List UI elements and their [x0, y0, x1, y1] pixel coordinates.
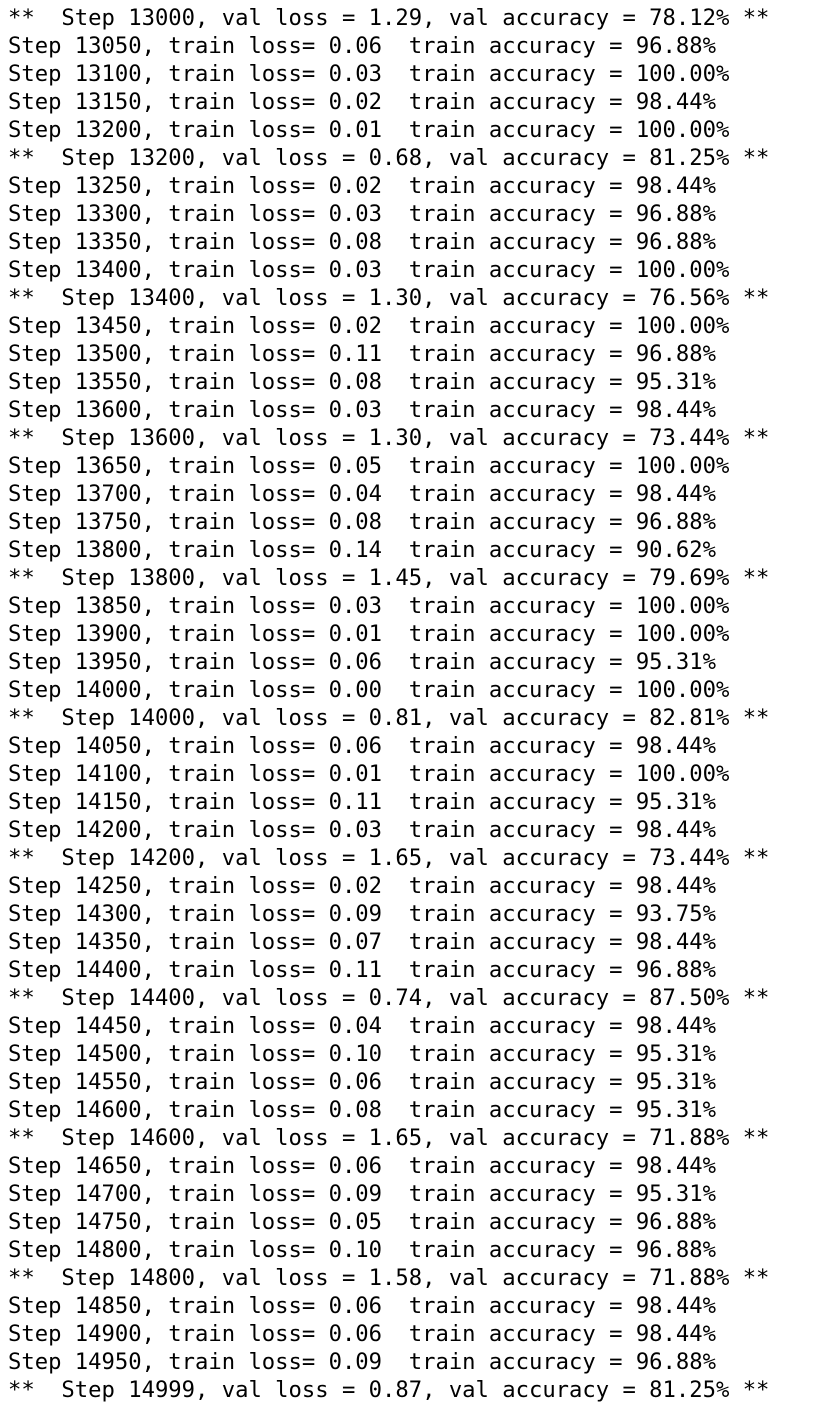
train-log-line: Step 14200, train loss= 0.03 train accur…: [8, 817, 716, 843]
val-log-line: ** Step 13400, val loss = 1.30, val accu…: [8, 285, 770, 311]
train-log-line: Step 14800, train loss= 0.10 train accur…: [8, 1237, 716, 1263]
train-log-line: Step 13750, train loss= 0.08 train accur…: [8, 509, 716, 535]
train-log-line: Step 13250, train loss= 0.02 train accur…: [8, 173, 716, 199]
train-log-line: Step 13950, train loss= 0.06 train accur…: [8, 649, 716, 675]
val-log-line: ** Step 14000, val loss = 0.81, val accu…: [8, 705, 770, 731]
train-log-line: Step 14000, train loss= 0.00 train accur…: [8, 677, 730, 703]
val-log-line: ** Step 14999, val loss = 0.87, val accu…: [8, 1377, 770, 1403]
train-log-line: Step 13300, train loss= 0.03 train accur…: [8, 201, 716, 227]
train-log-line: Step 14950, train loss= 0.09 train accur…: [8, 1349, 716, 1375]
train-log-line: Step 14850, train loss= 0.06 train accur…: [8, 1293, 716, 1319]
train-log-line: Step 14600, train loss= 0.08 train accur…: [8, 1097, 716, 1123]
train-log-line: Step 13550, train loss= 0.08 train accur…: [8, 369, 716, 395]
train-log-line: Step 14300, train loss= 0.09 train accur…: [8, 901, 716, 927]
train-log-line: Step 14400, train loss= 0.11 train accur…: [8, 957, 716, 983]
train-log-line: Step 14900, train loss= 0.06 train accur…: [8, 1321, 716, 1347]
train-log-line: Step 13600, train loss= 0.03 train accur…: [8, 397, 716, 423]
val-log-line: ** Step 14200, val loss = 1.65, val accu…: [8, 845, 770, 871]
val-log-line: ** Step 13600, val loss = 1.30, val accu…: [8, 425, 770, 451]
train-log-line: Step 13500, train loss= 0.11 train accur…: [8, 341, 716, 367]
train-log-line: Step 13050, train loss= 0.06 train accur…: [8, 33, 716, 59]
train-log-line: Step 14050, train loss= 0.06 train accur…: [8, 733, 716, 759]
train-log-line: Step 14750, train loss= 0.05 train accur…: [8, 1209, 716, 1235]
train-log-line: Step 13650, train loss= 0.05 train accur…: [8, 453, 730, 479]
train-log-line: Step 14150, train loss= 0.11 train accur…: [8, 789, 716, 815]
val-log-line: ** Step 13800, val loss = 1.45, val accu…: [8, 565, 770, 591]
train-log-line: Step 14700, train loss= 0.09 train accur…: [8, 1181, 716, 1207]
val-log-line: ** Step 14400, val loss = 0.74, val accu…: [8, 985, 770, 1011]
val-log-line: ** Step 13000, val loss = 1.29, val accu…: [8, 5, 770, 31]
train-log-line: Step 14550, train loss= 0.06 train accur…: [8, 1069, 716, 1095]
train-log-line: Step 14100, train loss= 0.01 train accur…: [8, 761, 730, 787]
train-log-line: Step 14500, train loss= 0.10 train accur…: [8, 1041, 716, 1067]
train-log-line: Step 13800, train loss= 0.14 train accur…: [8, 537, 716, 563]
train-log-line: Step 13100, train loss= 0.03 train accur…: [8, 61, 730, 87]
train-log-line: Step 13900, train loss= 0.01 train accur…: [8, 621, 730, 647]
train-log-line: Step 14450, train loss= 0.04 train accur…: [8, 1013, 716, 1039]
train-log-line: Step 13150, train loss= 0.02 train accur…: [8, 89, 716, 115]
val-log-line: ** Step 14600, val loss = 1.65, val accu…: [8, 1125, 770, 1151]
train-log-line: Step 13350, train loss= 0.08 train accur…: [8, 229, 716, 255]
val-log-line: ** Step 13200, val loss = 0.68, val accu…: [8, 145, 770, 171]
train-log-line: Step 13400, train loss= 0.03 train accur…: [8, 257, 730, 283]
val-log-line: ** Step 14800, val loss = 1.58, val accu…: [8, 1265, 770, 1291]
train-log-line: Step 13450, train loss= 0.02 train accur…: [8, 313, 730, 339]
train-log-line: Step 14350, train loss= 0.07 train accur…: [8, 929, 716, 955]
train-log-line: Step 13200, train loss= 0.01 train accur…: [8, 117, 730, 143]
train-log-line: Step 13850, train loss= 0.03 train accur…: [8, 593, 730, 619]
terminal-output: ** Step 13000, val loss = 1.29, val accu…: [0, 0, 836, 1412]
train-log-line: Step 14650, train loss= 0.06 train accur…: [8, 1153, 716, 1179]
train-log-line: Step 14250, train loss= 0.02 train accur…: [8, 873, 716, 899]
train-log-line: Step 13700, train loss= 0.04 train accur…: [8, 481, 716, 507]
